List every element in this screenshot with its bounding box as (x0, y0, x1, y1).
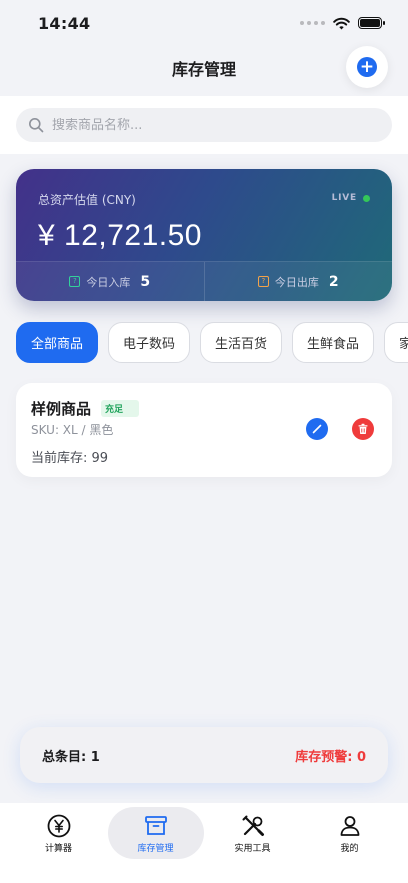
inbound-value: 5 (140, 273, 151, 290)
archive-box-icon (144, 815, 167, 835)
delete-product-button[interactable] (352, 418, 374, 440)
outbound-value: 2 (328, 273, 339, 290)
add-product-button[interactable]: + (346, 46, 388, 88)
tab-tools-label: 实用工具 (234, 843, 271, 854)
asset-label: 总资产估值 (CNY) (38, 193, 136, 207)
tools-icon (242, 815, 264, 836)
search-icon (29, 118, 44, 133)
pencil-icon (312, 424, 322, 434)
inventory-summary-bar: 总条目: 1 库存预警: 0 (20, 727, 388, 783)
stock-warning-count: 库存预警: 0 (295, 749, 366, 765)
tab-profile-label: 我的 (340, 843, 359, 854)
live-dot-icon (363, 194, 370, 202)
edit-product-button[interactable] (306, 418, 328, 440)
inbound-icon: ? (69, 276, 81, 287)
battery-icon (358, 17, 385, 29)
tab-calculator-label: 计算器 (44, 843, 72, 854)
person-icon (340, 815, 359, 836)
tab-inventory[interactable]: 库存管理 (107, 807, 204, 859)
status-bar: 14:44 (0, 0, 408, 46)
bottom-tab-bar: 计算器 库存管理 实用工具 我的 (0, 803, 408, 883)
category-chip-electronics[interactable]: 电子数码 (108, 322, 191, 363)
total-items: 总条目: 1 (42, 749, 100, 765)
search-input[interactable] (52, 117, 352, 133)
asset-value: ¥ 12,721.50 (38, 219, 202, 252)
product-card[interactable]: 样例商品 充足 SKU: XL / 黑色 当前库存: 99 (16, 383, 392, 477)
status-time: 14:44 (38, 13, 91, 33)
today-outbound-stat: ? 今日出库 2 (203, 262, 393, 301)
live-label: LIVE (331, 193, 357, 203)
tab-inventory-label: 库存管理 (137, 843, 174, 854)
yen-circle-icon (47, 814, 70, 837)
wifi-icon (333, 17, 350, 29)
today-inbound-stat: ? 今日入库 5 (16, 262, 204, 301)
search-box[interactable] (16, 108, 392, 142)
product-name: 样例商品 (31, 400, 92, 418)
category-chip-daily-goods[interactable]: 生活百货 (200, 322, 283, 363)
tab-profile[interactable]: 我的 (302, 807, 398, 859)
plus-icon: + (357, 57, 377, 77)
search-bar (0, 96, 408, 154)
category-chip-household[interactable]: 家用 (384, 322, 408, 363)
nav-bar: 库存管理 + (0, 46, 408, 90)
asset-valuation-card: 总资产估值 (CNY) LIVE ¥ 12,721.50 ? 今日入库 5 ? … (16, 169, 392, 301)
status-icons (300, 17, 385, 30)
category-filter: 全部商品 电子数码 生活百货 生鲜食品 家用 (16, 322, 408, 363)
tab-tools[interactable]: 实用工具 (205, 807, 301, 859)
asset-stats: ? 今日入库 5 ? 今日出库 2 (16, 261, 392, 301)
live-indicator: LIVE (332, 193, 370, 203)
category-chip-fresh-food[interactable]: 生鲜食品 (292, 322, 375, 363)
trash-icon (358, 423, 368, 434)
category-chip-all[interactable]: 全部商品 (16, 322, 99, 363)
outbound-icon: ? (257, 276, 269, 287)
product-sku: SKU: XL / 黑色 (31, 423, 114, 437)
stock-status-badge: 充足 (101, 400, 140, 417)
tab-calculator[interactable]: 计算器 (11, 807, 107, 859)
inbound-label: 今日入库 (86, 275, 131, 289)
outbound-label: 今日出库 (274, 275, 319, 289)
cellular-signal-icon (300, 21, 325, 25)
product-stock: 当前库存: 99 (31, 451, 109, 466)
